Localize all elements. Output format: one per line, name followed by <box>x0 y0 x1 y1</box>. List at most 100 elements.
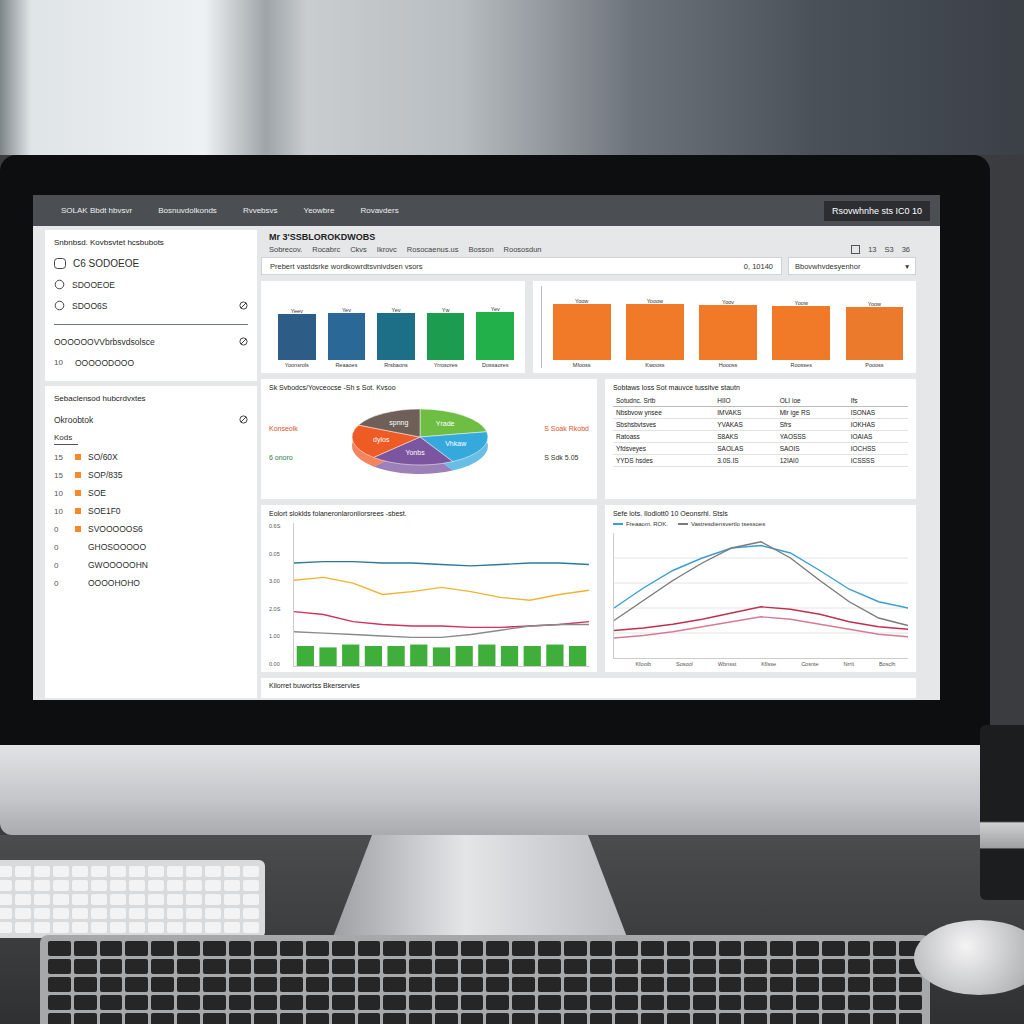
key[interactable] <box>461 995 484 1010</box>
key[interactable] <box>486 995 509 1010</box>
key[interactable] <box>332 941 355 956</box>
list-item[interactable]: 15SO/60X <box>54 448 248 466</box>
key[interactable] <box>48 941 71 956</box>
key[interactable] <box>615 959 638 974</box>
key[interactable] <box>873 959 896 974</box>
list-item[interactable]: 0GHOSOOOOO <box>54 538 248 556</box>
key[interactable] <box>693 995 716 1010</box>
key[interactable] <box>74 977 97 992</box>
key[interactable] <box>229 995 252 1010</box>
key[interactable] <box>125 941 148 956</box>
key[interactable] <box>615 995 638 1010</box>
key[interactable] <box>770 959 793 974</box>
key[interactable] <box>719 977 742 992</box>
key[interactable] <box>770 941 793 956</box>
bar[interactable] <box>456 646 473 666</box>
key[interactable] <box>822 977 845 992</box>
key[interactable] <box>100 1013 123 1024</box>
key[interactable] <box>358 941 381 956</box>
key[interactable] <box>74 941 97 956</box>
key[interactable] <box>280 1013 303 1024</box>
key[interactable] <box>151 941 174 956</box>
key[interactable] <box>229 959 252 974</box>
key[interactable] <box>538 995 561 1010</box>
key[interactable] <box>358 959 381 974</box>
bar[interactable] <box>478 645 495 666</box>
bar[interactable] <box>433 647 450 666</box>
key[interactable] <box>409 977 432 992</box>
key[interactable] <box>899 995 922 1010</box>
key[interactable] <box>203 977 226 992</box>
key[interactable] <box>719 959 742 974</box>
key[interactable] <box>719 995 742 1010</box>
key[interactable] <box>383 941 406 956</box>
key[interactable] <box>486 959 509 974</box>
key[interactable] <box>796 977 819 992</box>
key[interactable] <box>229 1013 252 1024</box>
key[interactable] <box>641 1013 664 1024</box>
options-icon[interactable] <box>239 337 248 346</box>
key[interactable] <box>306 941 329 956</box>
key[interactable] <box>564 1013 587 1024</box>
key[interactable] <box>667 941 690 956</box>
key[interactable] <box>641 995 664 1010</box>
key[interactable] <box>848 959 871 974</box>
key[interactable] <box>796 995 819 1010</box>
sidebar-item[interactable]: SDOO6S <box>54 295 248 316</box>
key[interactable] <box>254 995 277 1010</box>
key[interactable] <box>280 995 303 1010</box>
key[interactable] <box>100 977 123 992</box>
table-row[interactable]: YfdsveyesSAOLASSAOISIOCHSS <box>613 443 908 455</box>
series-line[interactable] <box>294 562 589 566</box>
key[interactable] <box>383 1013 406 1024</box>
key[interactable] <box>512 1013 535 1024</box>
key[interactable] <box>641 941 664 956</box>
bar[interactable] <box>319 647 336 666</box>
sub-nav-item[interactable]: Sobrecov. <box>269 245 302 254</box>
list-item[interactable]: 0OOOOHOHO <box>54 574 248 592</box>
key[interactable] <box>512 941 535 956</box>
key[interactable] <box>229 977 252 992</box>
column-header[interactable]: OLI ioe <box>777 395 848 407</box>
key[interactable] <box>280 941 303 956</box>
key[interactable] <box>512 977 535 992</box>
bar[interactable] <box>377 313 415 360</box>
key[interactable] <box>409 959 432 974</box>
bar[interactable] <box>328 313 366 360</box>
key[interactable] <box>590 941 613 956</box>
key[interactable] <box>615 941 638 956</box>
key[interactable] <box>280 959 303 974</box>
bar[interactable] <box>569 646 586 666</box>
key[interactable] <box>512 959 535 974</box>
table-row[interactable]: RatoassS8AKSYAOSSSIOAIAS <box>613 431 908 443</box>
nav-item[interactable]: Rvvebsvs <box>243 206 278 215</box>
filter-dropdown[interactable]: Bbovwhvdesyenhor▾ <box>788 257 916 275</box>
key[interactable] <box>538 977 561 992</box>
list-item[interactable]: 10SOE1F0 <box>54 502 248 520</box>
key[interactable] <box>48 1013 71 1024</box>
key[interactable] <box>125 977 148 992</box>
bar[interactable] <box>427 313 465 360</box>
key[interactable] <box>796 1013 819 1024</box>
key[interactable] <box>306 959 329 974</box>
key[interactable] <box>203 995 226 1010</box>
key[interactable] <box>693 941 716 956</box>
key[interactable] <box>203 959 226 974</box>
key[interactable] <box>254 941 277 956</box>
key[interactable] <box>409 995 432 1010</box>
key[interactable] <box>332 995 355 1010</box>
key[interactable] <box>873 977 896 992</box>
nav-item[interactable]: Yeowbre <box>304 206 335 215</box>
key[interactable] <box>564 959 587 974</box>
key[interactable] <box>822 995 845 1010</box>
sub-nav-item[interactable]: Bosson <box>469 245 494 254</box>
key[interactable] <box>796 941 819 956</box>
bar[interactable] <box>772 306 830 360</box>
sidebar-tab[interactable]: Kods <box>54 433 78 445</box>
bar[interactable] <box>553 304 611 360</box>
key[interactable] <box>770 977 793 992</box>
key[interactable] <box>461 959 484 974</box>
key[interactable] <box>306 995 329 1010</box>
series-line[interactable] <box>614 617 908 638</box>
key[interactable] <box>615 977 638 992</box>
